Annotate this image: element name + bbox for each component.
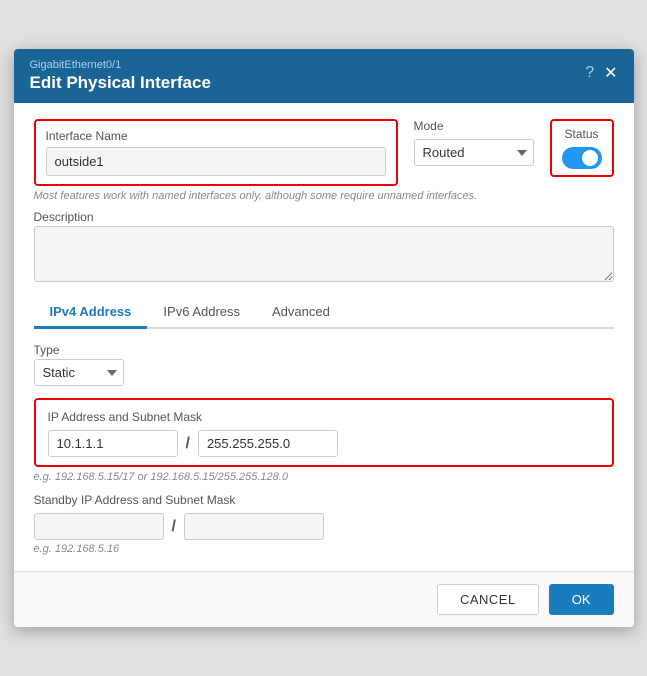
standby-section: Standby IP Address and Subnet Mask / e.g… xyxy=(34,493,614,555)
tab-ipv6-address[interactable]: IPv6 Address xyxy=(147,297,256,329)
interface-name-section: Interface Name xyxy=(34,119,398,186)
ip-section-label: IP Address and Subnet Mask xyxy=(48,410,600,424)
cancel-button[interactable]: CANCEL xyxy=(437,584,539,615)
close-icon[interactable]: ✕ xyxy=(604,63,617,83)
type-row: Type Static DHCP PPPoE xyxy=(34,343,614,386)
mode-group: Mode Routed Inline Passive xyxy=(414,119,534,166)
standby-fields-row: / xyxy=(34,513,614,540)
status-toggle[interactable] xyxy=(562,147,602,169)
standby-subnet-input[interactable] xyxy=(184,513,324,540)
ok-button[interactable]: OK xyxy=(549,584,614,615)
interface-name-label: Interface Name xyxy=(46,129,386,143)
dialog-footer: CANCEL OK xyxy=(14,571,634,627)
description-group: Description xyxy=(34,210,614,285)
dialog-header-actions: ? ✕ xyxy=(585,63,617,83)
dialog-title: Edit Physical Interface xyxy=(30,73,211,93)
type-label: Type xyxy=(34,343,614,357)
type-select[interactable]: Static DHCP PPPoE xyxy=(34,359,124,386)
edit-physical-interface-dialog: GigabitEthernet0/1 Edit Physical Interfa… xyxy=(14,49,634,627)
description-textarea[interactable] xyxy=(34,226,614,282)
mode-select[interactable]: Routed Inline Passive xyxy=(414,139,534,166)
dialog-header-left: GigabitEthernet0/1 Edit Physical Interfa… xyxy=(30,59,211,93)
ip-address-section: IP Address and Subnet Mask / xyxy=(34,398,614,467)
ip-fields-row: / xyxy=(48,430,600,457)
dialog-body: Interface Name Mode Routed Inline Passiv… xyxy=(14,103,634,571)
interface-hint: Most features work with named interfaces… xyxy=(34,190,614,202)
standby-ip-input[interactable] xyxy=(34,513,164,540)
tabs-row: IPv4 Address IPv6 Address Advanced xyxy=(34,297,614,329)
dialog-subtitle: GigabitEthernet0/1 xyxy=(30,59,211,71)
tab-advanced[interactable]: Advanced xyxy=(256,297,346,329)
top-row: Interface Name Mode Routed Inline Passiv… xyxy=(34,119,614,186)
standby-label: Standby IP Address and Subnet Mask xyxy=(34,493,614,507)
subnet-mask-input[interactable] xyxy=(198,430,338,457)
ip-address-hint: e.g. 192.168.5.15/17 or 192.168.5.15/255… xyxy=(34,471,614,483)
slash-separator: / xyxy=(186,435,190,453)
mode-label: Mode xyxy=(414,119,534,133)
standby-hint: e.g. 192.168.5.16 xyxy=(34,543,614,555)
description-label: Description xyxy=(34,210,614,224)
status-label: Status xyxy=(564,127,598,141)
toggle-slider xyxy=(562,147,602,169)
interface-name-input[interactable] xyxy=(46,147,386,176)
standby-slash-separator: / xyxy=(172,518,176,536)
help-icon[interactable]: ? xyxy=(585,64,594,82)
dialog-header: GigabitEthernet0/1 Edit Physical Interfa… xyxy=(14,49,634,103)
tab-ipv4-address[interactable]: IPv4 Address xyxy=(34,297,148,329)
status-group: Status xyxy=(550,119,614,177)
ip-address-input[interactable] xyxy=(48,430,178,457)
